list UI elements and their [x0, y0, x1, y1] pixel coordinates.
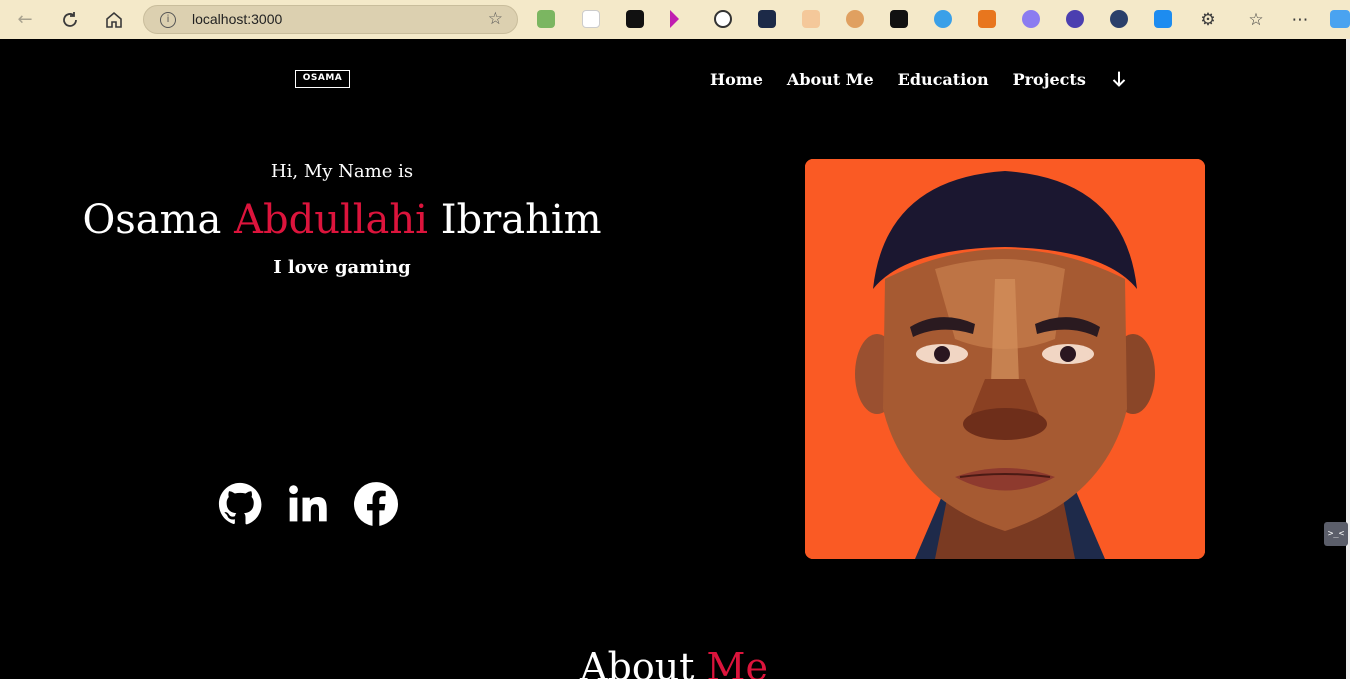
last-name: Ibrahim	[440, 197, 602, 243]
extension-9-icon[interactable]	[890, 10, 908, 28]
main-nav: Home About Me Education Projects	[710, 68, 1130, 90]
address-bar[interactable]: i localhost:3000 ☆	[143, 5, 518, 34]
first-name: Osama	[82, 197, 222, 243]
extensions-icon[interactable]: ⚙	[1196, 8, 1220, 32]
intro-text: Hi, My Name is	[270, 161, 414, 182]
favorites-icon[interactable]: ☆	[1244, 8, 1268, 32]
dev-tools-widget-icon[interactable]: >_<	[1324, 522, 1348, 546]
copilot-icon[interactable]	[1330, 10, 1350, 28]
extension-8-icon[interactable]	[846, 10, 864, 28]
site-logo[interactable]: OSAMA	[295, 70, 350, 88]
extension-12-icon[interactable]	[1022, 10, 1040, 28]
refresh-icon	[63, 12, 77, 27]
extension-3-icon[interactable]	[626, 10, 644, 28]
extension-7-icon[interactable]	[802, 10, 820, 28]
extension-11-icon[interactable]	[978, 10, 996, 28]
home-icon	[106, 11, 122, 28]
page-scrollbar[interactable]	[1346, 39, 1350, 679]
back-button[interactable]: ←	[13, 8, 37, 32]
extension-13-icon[interactable]	[1066, 10, 1084, 28]
linkedin-icon[interactable]	[286, 482, 330, 526]
github-icon[interactable]	[218, 482, 262, 526]
url-text: localhost:3000	[192, 11, 283, 27]
arrow-down-icon[interactable]	[1108, 68, 1130, 90]
extension-5-icon[interactable]	[714, 10, 732, 28]
home-button[interactable]	[102, 8, 126, 32]
browser-toolbar: ← i localhost:3000 ☆ ⚙ ☆ ⋯	[0, 0, 1350, 39]
nav-projects[interactable]: Projects	[1013, 70, 1086, 89]
nav-education[interactable]: Education	[898, 70, 989, 89]
page: OSAMA Home About Me Education Projects H…	[2, 39, 1346, 679]
facebook-icon[interactable]	[354, 482, 398, 526]
star-icon[interactable]: ☆	[488, 9, 503, 29]
about-heading: About Me	[2, 645, 1346, 679]
extension-2-icon[interactable]	[582, 10, 600, 28]
info-icon[interactable]: i	[160, 12, 176, 28]
nav-about-me[interactable]: About Me	[787, 70, 874, 89]
more-icon[interactable]: ⋯	[1288, 8, 1312, 32]
extension-1-icon[interactable]	[537, 10, 555, 28]
portrait-illustration	[805, 159, 1205, 559]
extension-10-icon[interactable]	[934, 10, 952, 28]
refresh-button[interactable]	[58, 8, 82, 32]
extension-4-icon[interactable]	[670, 10, 679, 28]
middle-name: Abdullahi	[234, 197, 428, 243]
tagline: I love gaming	[273, 257, 411, 278]
me-word: Me	[706, 645, 768, 679]
extension-6-icon[interactable]	[758, 10, 776, 28]
extension-15-icon[interactable]	[1154, 10, 1172, 28]
about-word: About	[580, 645, 695, 679]
nav-home[interactable]: Home	[710, 70, 763, 89]
full-name: Osama Abdullahi Ibrahim	[2, 197, 682, 243]
extension-14-icon[interactable]	[1110, 10, 1128, 28]
profile-portrait	[805, 159, 1205, 559]
